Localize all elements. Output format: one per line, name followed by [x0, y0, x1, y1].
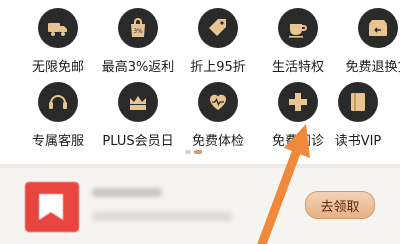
rebate-bag-icon: 3% — [118, 8, 158, 48]
free-shipping-truck-icon — [38, 8, 78, 48]
benefit-life-privilege[interactable]: 生活特权 — [258, 8, 338, 75]
promo-desc-blurred — [92, 212, 232, 221]
benefit-label: PLUS会员日 — [102, 134, 174, 149]
medical-cross-icon — [278, 82, 318, 122]
benefit-label: 最高3%返利 — [101, 60, 175, 75]
benefit-reading-vip[interactable]: 读书VIP — [318, 82, 398, 149]
coffee-cup-icon — [278, 8, 318, 48]
claim-button[interactable]: 去领取 — [305, 191, 375, 219]
benefit-free-shipping[interactable]: 无限免邮 — [18, 8, 98, 75]
benefit-plus-day[interactable]: PLUS会员日 — [98, 82, 178, 149]
benefit-rebate[interactable]: 3% 最高3%返利 — [98, 8, 178, 75]
promo-title-blurred — [92, 188, 162, 197]
svg-text:3%: 3% — [133, 28, 143, 35]
benefit-health-check[interactable]: 免费体检 — [178, 82, 258, 149]
headset-icon — [38, 82, 78, 122]
benefit-label: 折上95折 — [190, 60, 246, 75]
discount-tag-icon — [198, 8, 238, 48]
crown-box-icon — [118, 82, 158, 122]
benefit-discount[interactable]: 折上95折 — [178, 8, 258, 75]
heart-pulse-icon — [198, 82, 238, 122]
page-dot-active — [194, 150, 202, 154]
benefit-label: 生活特权 — [271, 60, 324, 75]
benefit-free-return[interactable]: 免费退换货 — [338, 8, 400, 75]
promo-thumbnail — [25, 182, 79, 232]
benefit-customer-service[interactable]: 专属客服 — [18, 82, 98, 149]
benefit-label: 读书VIP — [334, 134, 382, 149]
promo-logo-icon — [39, 194, 63, 220]
benefits-card: 无限免邮 3% 最高3%返利 折上95折 生活特权 免费退换货 — [0, 0, 400, 164]
return-box-icon — [358, 8, 398, 48]
benefit-label: 免费体检 — [191, 134, 244, 149]
benefit-label: 无限免邮 — [31, 60, 84, 75]
benefit-label: 专属客服 — [31, 134, 84, 149]
book-icon — [338, 82, 378, 122]
page-dot — [185, 150, 191, 154]
page-indicator — [185, 150, 202, 154]
benefit-label: 免费退换货 — [345, 60, 400, 75]
